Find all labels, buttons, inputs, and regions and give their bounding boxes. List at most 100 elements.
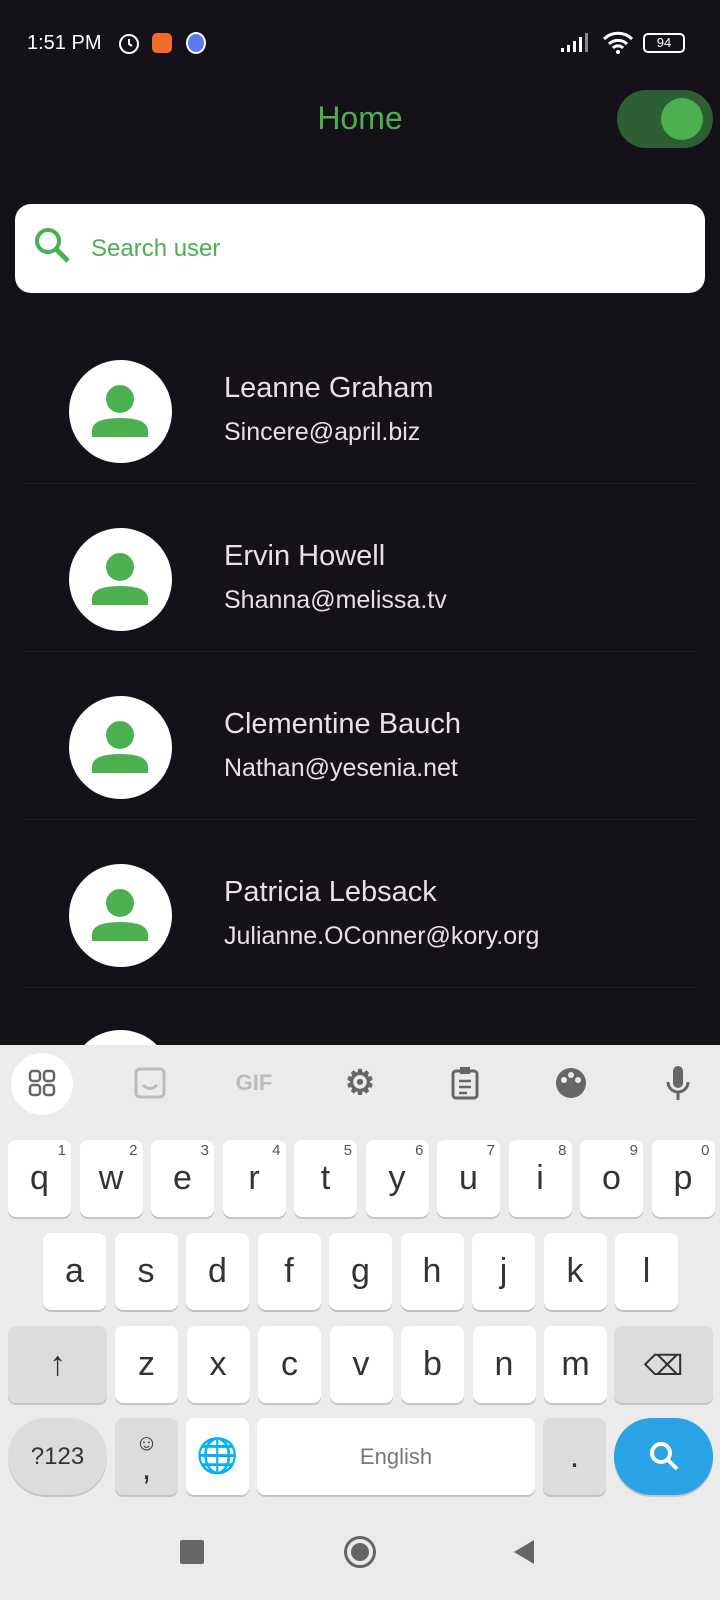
key-x[interactable]: x	[186, 1326, 250, 1403]
app-notification-icon	[186, 32, 206, 54]
avatar	[69, 696, 172, 799]
avatar	[69, 864, 172, 967]
key-letter: n	[494, 1345, 514, 1383]
key-letter: y	[388, 1159, 406, 1197]
signal-icon	[561, 33, 588, 52]
symbols-key[interactable]: ?123	[8, 1418, 107, 1495]
symbols-label: ?123	[30, 1443, 85, 1470]
key-letter: r	[248, 1159, 260, 1197]
key-hint: 4	[272, 1142, 281, 1159]
list-item[interactable]: Clementine Bauch Nathan@yesenia.net	[0, 666, 720, 834]
key-r[interactable]: r4	[222, 1140, 286, 1217]
search-placeholder: Search user	[91, 235, 221, 262]
key-hint: 2	[129, 1142, 138, 1159]
period-key[interactable]: .	[543, 1418, 606, 1495]
key-o[interactable]: o9	[580, 1140, 643, 1217]
list-item[interactable]: Ervin Howell Shanna@melissa.tv	[0, 498, 720, 666]
divider	[25, 987, 695, 988]
key-letter: p	[673, 1159, 693, 1197]
key-p[interactable]: p0	[651, 1140, 715, 1217]
divider	[25, 483, 695, 484]
list-item[interactable]: Leanne Graham Sincere@april.biz	[0, 330, 720, 498]
key-j[interactable]: j	[472, 1233, 535, 1310]
recents-button[interactable]	[180, 1540, 204, 1564]
emoji-comma-key[interactable]: ☺,	[115, 1418, 178, 1495]
microphone-icon[interactable]	[666, 1065, 690, 1101]
key-s[interactable]: s	[114, 1233, 178, 1310]
search-key[interactable]	[614, 1418, 713, 1495]
key-a[interactable]: a	[43, 1233, 106, 1310]
key-n[interactable]: n	[472, 1326, 536, 1403]
key-d[interactable]: d	[186, 1233, 249, 1310]
user-email: Julianne.OConner@kory.org	[224, 922, 540, 950]
key-hint: 9	[629, 1142, 638, 1159]
key-letter: b	[423, 1345, 442, 1383]
wifi-icon	[602, 31, 634, 54]
navigation-bar	[0, 1500, 720, 1600]
key-letter: o	[602, 1159, 621, 1197]
key-f[interactable]: f	[257, 1233, 321, 1310]
key-letter: e	[173, 1159, 192, 1197]
key-letter: q	[30, 1159, 49, 1197]
key-letter: i	[536, 1159, 544, 1197]
key-w[interactable]: w2	[79, 1140, 143, 1217]
key-e[interactable]: e3	[151, 1140, 214, 1217]
key-i[interactable]: i8	[508, 1140, 572, 1217]
key-v[interactable]: v	[329, 1326, 393, 1403]
person-icon	[92, 385, 148, 437]
battery-indicator: 94	[643, 33, 685, 53]
key-k[interactable]: k	[543, 1233, 607, 1310]
settings-icon[interactable]: ⚙	[345, 1063, 375, 1103]
key-h[interactable]: h	[400, 1233, 464, 1310]
back-button[interactable]	[512, 1538, 536, 1566]
key-letter: k	[566, 1252, 584, 1290]
key-u[interactable]: u7	[437, 1140, 500, 1217]
alarm-icon	[119, 34, 139, 54]
person-icon	[92, 721, 148, 773]
key-g[interactable]: g	[329, 1233, 392, 1310]
key-y[interactable]: y6	[365, 1140, 429, 1217]
key-letter: u	[459, 1159, 478, 1197]
key-letter: t	[320, 1159, 331, 1197]
user-email: Shanna@melissa.tv	[224, 586, 447, 614]
person-icon	[92, 553, 148, 605]
key-t[interactable]: t5	[294, 1140, 357, 1217]
avatar	[69, 360, 172, 463]
palette-icon[interactable]	[554, 1066, 588, 1100]
key-hint: 5	[343, 1142, 352, 1159]
search-input[interactable]: Search user	[15, 204, 705, 293]
key-q[interactable]: q1	[8, 1140, 71, 1217]
backspace-icon: ⌫	[643, 1350, 684, 1381]
apps-grid-icon	[28, 1069, 56, 1097]
key-l[interactable]: l	[615, 1233, 678, 1310]
key-letter: a	[65, 1252, 84, 1290]
status-bar: 1:51 PM 94	[0, 0, 720, 80]
period-label: .	[569, 1437, 580, 1475]
key-letter: z	[138, 1345, 155, 1383]
space-label: English	[359, 1444, 433, 1469]
home-button[interactable]	[344, 1536, 376, 1568]
status-time: 1:51 PM	[27, 32, 102, 54]
sticker-icon[interactable]	[134, 1067, 166, 1099]
key-letter: x	[209, 1345, 227, 1383]
key-hint: 7	[486, 1142, 495, 1159]
language-key[interactable]: 🌐	[186, 1418, 249, 1495]
battery-level: 94	[656, 35, 672, 50]
space-key[interactable]: English	[257, 1418, 535, 1495]
backspace-key[interactable]: ⌫	[614, 1326, 713, 1403]
page-title: Home	[317, 100, 403, 136]
theme-toggle[interactable]	[617, 90, 713, 148]
key-c[interactable]: c	[258, 1326, 321, 1403]
key-m[interactable]: m	[544, 1326, 607, 1403]
key-b[interactable]: b	[401, 1326, 464, 1403]
key-letter: s	[137, 1252, 155, 1290]
gif-button[interactable]: GIF	[236, 1070, 273, 1096]
list-item[interactable]: Patricia Lebsack Julianne.OConner@kory.o…	[0, 834, 720, 1002]
key-hint: 0	[701, 1142, 710, 1159]
shift-key[interactable]: ↑	[8, 1326, 107, 1403]
user-name: Ervin Howell	[224, 540, 386, 572]
search-icon	[649, 1442, 678, 1471]
clipboard-icon[interactable]	[451, 1066, 479, 1100]
user-name: Clementine Bauch	[224, 708, 461, 740]
key-z[interactable]: z	[115, 1326, 178, 1403]
